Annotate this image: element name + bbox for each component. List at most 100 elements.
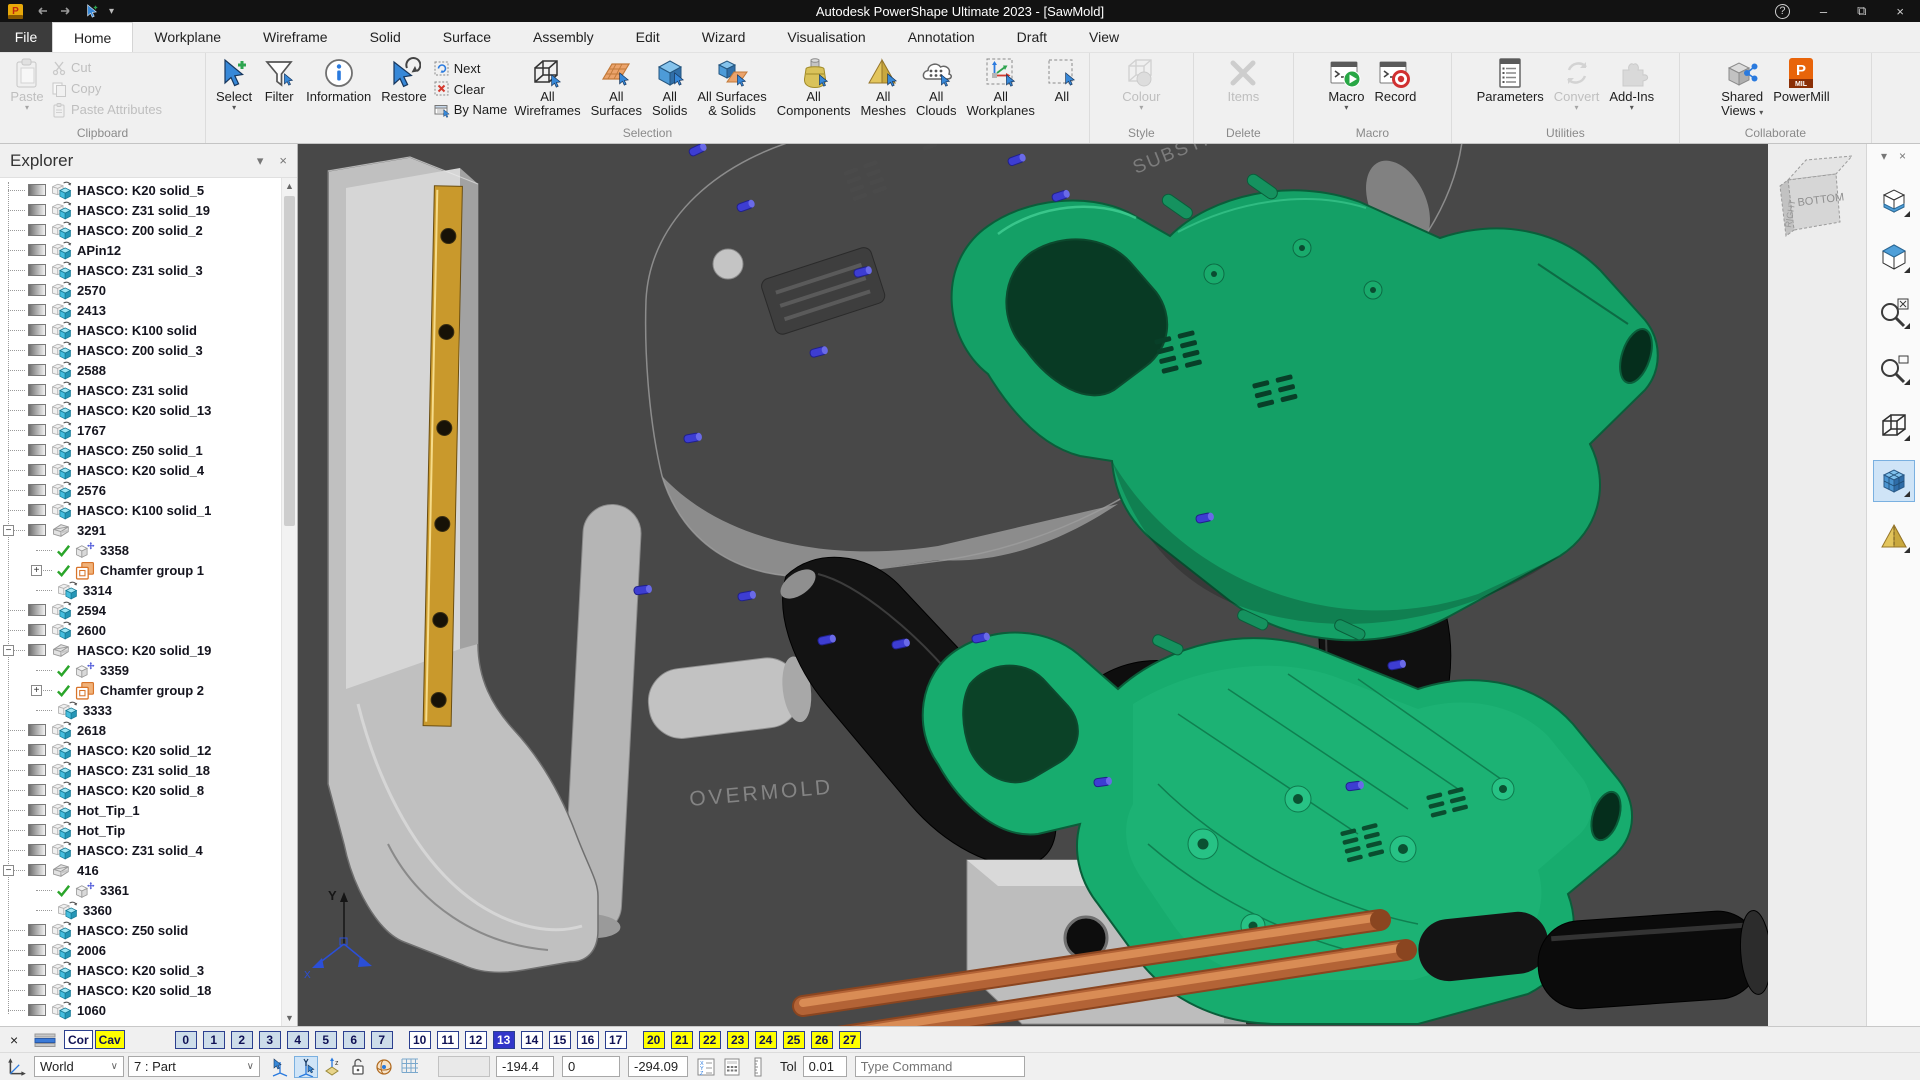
shared-views-button[interactable]: Shared Views ▾ — [1716, 55, 1768, 119]
tree-item-hasco-k20-solid-13[interactable]: HASCO: K20 solid_13 — [0, 400, 281, 420]
paste-attributes-button[interactable]: Paste Attributes — [51, 100, 162, 119]
tree-item-hasco-k20-solid-12[interactable]: HASCO: K20 solid_12 — [0, 740, 281, 760]
tree-item-1767[interactable]: 1767 — [0, 420, 281, 440]
tab-view[interactable]: View — [1068, 22, 1140, 52]
toolbar-menu-icon[interactable]: ▾ — [1881, 149, 1887, 163]
all-clouds-button[interactable]: All Clouds — [911, 55, 961, 119]
tolerance-input[interactable] — [802, 1056, 847, 1077]
next-button[interactable]: Next — [434, 59, 507, 78]
all-meshes-button[interactable]: All Meshes — [855, 55, 911, 119]
powershape-app-icon[interactable]: P — [8, 3, 23, 19]
tree-item-hot-tip[interactable]: Hot_Tip — [0, 820, 281, 840]
level-14[interactable]: 14 — [520, 1030, 543, 1049]
level-10[interactable]: 10 — [408, 1030, 431, 1049]
tab-workplane[interactable]: Workplane — [133, 22, 242, 52]
undo-arrow-icon[interactable] — [33, 5, 49, 17]
level-16[interactable]: 16 — [576, 1030, 599, 1049]
tree-item-apin12[interactable]: APin12 — [0, 240, 281, 260]
level-7[interactable]: 7 — [370, 1030, 393, 1049]
viewport-canvas[interactable]: SUBSTRATE — [298, 144, 1768, 1026]
tree-item-3359[interactable]: 3359 — [0, 660, 281, 680]
gimbal-button[interactable] — [372, 1056, 396, 1078]
tab-home[interactable]: Home — [52, 22, 134, 52]
select-cursor-icon[interactable] — [85, 4, 99, 18]
expand-icon[interactable]: + — [31, 565, 42, 576]
tree-item-1060[interactable]: 1060 — [0, 1000, 281, 1020]
level-17[interactable]: 17 — [604, 1030, 627, 1049]
level-27[interactable]: 27 — [838, 1030, 861, 1049]
level-3[interactable]: 3 — [258, 1030, 281, 1049]
tree-item-hasco-k20-solid-19[interactable]: − HASCO: K20 solid_19 — [0, 640, 281, 660]
viewport[interactable]: SUBSTRATE — [298, 144, 1768, 1026]
tab-edit[interactable]: Edit — [615, 22, 681, 52]
view-cube[interactable]: BOTTOM RIGHT — [1768, 144, 1866, 264]
tab-surface[interactable]: Surface — [422, 22, 512, 52]
level-0[interactable]: 0 — [174, 1030, 197, 1049]
cube-iso-button[interactable] — [1873, 236, 1915, 278]
close-button[interactable]: × — [1896, 4, 1904, 19]
tree-item-hasco-z31-solid-4[interactable]: HASCO: Z31 solid_4 — [0, 840, 281, 860]
level-15[interactable]: 15 — [548, 1030, 571, 1049]
level-2[interactable]: 2 — [230, 1030, 253, 1049]
part-select[interactable]: 7 : Part ∨ — [128, 1056, 260, 1077]
convert-button[interactable]: Convert ▾ — [1549, 55, 1605, 112]
tree-item-hasco-z31-solid-18[interactable]: HASCO: Z31 solid_18 — [0, 760, 281, 780]
scrollbar-thumb[interactable] — [284, 196, 295, 526]
zoom-fit-button[interactable] — [1873, 292, 1915, 334]
lock-button[interactable] — [346, 1056, 370, 1078]
tree-item-hasco-k20-solid-8[interactable]: HASCO: K20 solid_8 — [0, 780, 281, 800]
select-button[interactable]: Select ▾ — [211, 55, 257, 112]
pyramid-button[interactable] — [1873, 516, 1915, 558]
tree-item-3360[interactable]: 3360 — [0, 900, 281, 920]
tree-item-2576[interactable]: 2576 — [0, 480, 281, 500]
minimize-button[interactable]: – — [1820, 4, 1827, 19]
collapse-icon[interactable]: − — [3, 525, 14, 536]
tree-item-hasco-k20-solid-5[interactable]: HASCO: K20 solid_5 — [0, 180, 281, 200]
tree-item-chamfer-group-2[interactable]: + Chamfer group 2 — [0, 680, 281, 700]
cube-wire-button[interactable] — [1873, 404, 1915, 446]
ruler-button[interactable] — [746, 1056, 770, 1078]
filter-button[interactable]: Filter — [257, 55, 301, 105]
information-button[interactable]: Information — [301, 55, 376, 105]
scroll-down-icon[interactable]: ▼ — [282, 1010, 297, 1026]
help-icon[interactable]: ? — [1774, 3, 1790, 19]
tab-file[interactable]: File — [0, 22, 52, 52]
level-21[interactable]: 21 — [670, 1030, 693, 1049]
level-13[interactable]: 13 — [492, 1030, 515, 1049]
collapse-icon[interactable]: − — [3, 865, 14, 876]
y-coordinate-input[interactable] — [562, 1056, 620, 1077]
restore-button[interactable]: ⧉ — [1857, 3, 1866, 19]
z-coordinate-input[interactable] — [628, 1056, 688, 1077]
all-workplanes-button[interactable]: All Workplanes — [961, 55, 1039, 119]
tree-item-2588[interactable]: 2588 — [0, 360, 281, 380]
copy-button[interactable]: Copy — [51, 79, 162, 98]
tree-item-hasco-z31-solid-19[interactable]: HASCO: Z31 solid_19 — [0, 200, 281, 220]
tab-visualisation[interactable]: Visualisation — [766, 22, 886, 52]
record-button[interactable]: Record — [1369, 55, 1421, 105]
xyz-keypad-button[interactable] — [694, 1056, 718, 1078]
tree-item-hasco-z50-solid-1[interactable]: HASCO: Z50 solid_1 — [0, 440, 281, 460]
tree-item-2600[interactable]: 2600 — [0, 620, 281, 640]
tree-item-hasco-z31-solid-3[interactable]: HASCO: Z31 solid_3 — [0, 260, 281, 280]
tree-item-chamfer-group-1[interactable]: + Chamfer group 1 — [0, 560, 281, 580]
workplane-z-button[interactable] — [320, 1056, 344, 1078]
levels-tab-cor[interactable]: Cor — [64, 1030, 93, 1049]
tree-item-hasco-z00-solid-3[interactable]: HASCO: Z00 solid_3 — [0, 340, 281, 360]
tree-item-2570[interactable]: 2570 — [0, 280, 281, 300]
all-solids-button[interactable]: All Surfaces & Solids — [692, 55, 771, 119]
parameters-button[interactable]: Parameters — [1472, 55, 1549, 105]
levels-close-icon[interactable]: × — [10, 1032, 34, 1048]
explorer-close-icon[interactable]: × — [279, 153, 287, 169]
cube-shaded-button[interactable] — [1872, 460, 1915, 502]
powermill-button[interactable]: PowerMill — [1768, 55, 1834, 105]
grid-button[interactable] — [398, 1056, 422, 1078]
paste-button[interactable]: Paste ▾ — [5, 55, 49, 112]
tab-solid[interactable]: Solid — [349, 22, 422, 52]
tree-item-3314[interactable]: 3314 — [0, 580, 281, 600]
tree-item-hasco-z31-solid[interactable]: HASCO: Z31 solid — [0, 380, 281, 400]
level-25[interactable]: 25 — [782, 1030, 805, 1049]
tree-item-hasco-z00-solid-2[interactable]: HASCO: Z00 solid_2 — [0, 220, 281, 240]
tree-item-hasco-k20-solid-18[interactable]: HASCO: K20 solid_18 — [0, 980, 281, 1000]
expand-icon[interactable]: + — [31, 685, 42, 696]
tree-item-hasco-k100-solid-1[interactable]: HASCO: K100 solid_1 — [0, 500, 281, 520]
